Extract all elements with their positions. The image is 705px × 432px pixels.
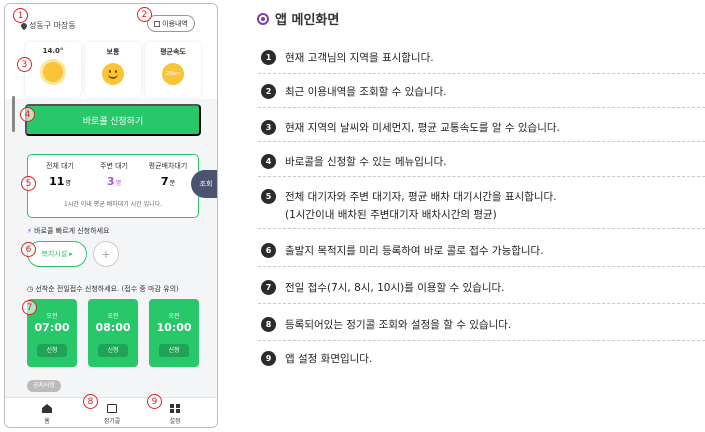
marker-7: 7 [22, 300, 37, 315]
weather-card-temp: 14.0° [25, 42, 81, 97]
desc-text: 앱 설정 화면입니다. [285, 353, 373, 365]
add-place-button[interactable]: + [93, 241, 119, 267]
smile-icon [102, 63, 124, 85]
desc-row: 7 전일 접수(7시, 8시, 10시)를 이용할 수 있습니다. [258, 269, 705, 304]
play-icon: ▸ [69, 251, 73, 258]
saved-place-label: 복지시설 [41, 251, 68, 258]
wait-total-title: 전체 대기 [46, 162, 74, 170]
section-title: 앱 메인화면 [257, 9, 339, 28]
desc-row: 6 출발지 목적지를 미리 등록하여 바로 콜로 접수 가능합니다. [258, 231, 705, 267]
grid-icon [170, 404, 180, 413]
dust-label: 보통 [106, 48, 120, 56]
quick-apply-title: ⚡ 바로콜 빠르게 신청하세요 [27, 227, 110, 235]
number-badge: 4 [261, 154, 276, 169]
wait-average-value: 7분 [160, 175, 176, 188]
desc-row: 8 등록되어있는 정기콜 조회와 설정을 할 수 있습니다. [258, 306, 705, 341]
marker-1: 1 [13, 8, 28, 23]
marker-3: 3 [17, 57, 32, 72]
desc-row: 3 현재 지역의 날씨와 미세먼지, 평균 교통속도를 알 수 있습니다. [258, 110, 705, 142]
number-badge: 7 [261, 280, 276, 295]
bottom-nav: 홈 정기콜 설정 [5, 397, 217, 427]
phone-mockup: 성동구 마장동 이용내역 14.0° 보통 평균속도 25km 바로콜 신청하기… [4, 3, 218, 428]
wait-nearby: 주변 대기 3명 [88, 161, 140, 188]
sun-icon [43, 62, 63, 82]
number-badge: 5 [261, 189, 276, 204]
desc-subtext: (1시간이내 배차된 주변대기자 배차시간의 평균) [285, 209, 497, 221]
nav-home-label: 홈 [44, 418, 50, 425]
desc-row: 9 앱 설정 화면입니다. [258, 343, 705, 378]
pre-apply-title: ◷ 선착순 전일접수 신청하세요. (접수 중 마감 유의) [27, 285, 179, 293]
slot-apply-button[interactable]: 신청 [159, 344, 189, 357]
desc-row: 4 바로콜을 신청할 수 있는 메뉴입니다. [258, 144, 705, 177]
wait-nearby-value: 3명 [106, 175, 122, 188]
location-label: 성동구 마장동 [19, 20, 76, 31]
history-button-label: 이용내역 [162, 19, 188, 28]
temp-label: 14.0° [42, 47, 64, 55]
weather-card-speed: 평균속도 25km [145, 42, 201, 97]
wait-total: 전체 대기 11명 [34, 161, 86, 188]
slot-ampm: 오전 [107, 313, 119, 320]
desc-text: 현재 지역의 날씨와 미세먼지, 평균 교통속도를 알 수 있습니다. [285, 122, 560, 134]
desc-row: 5 전체 대기자와 주변 대기자, 평균 배차 대기시간을 표시합니다. (1시… [258, 179, 705, 229]
wait-description: 1시간 이내 평균 배차대기 시간 입니다. [63, 201, 163, 208]
nav-regular-call[interactable]: 정기콜 [92, 404, 132, 425]
marker-6: 6 [21, 242, 36, 257]
calendar-icon [107, 404, 117, 413]
history-button[interactable]: 이용내역 [147, 15, 195, 32]
desc-row: 2 최근 이용내역을 조회할 수 있습니다. [258, 76, 705, 108]
slot-time: 08:00 [95, 321, 131, 334]
desc-text: 전일 접수(7시, 8시, 10시)를 이용할 수 있습니다. [285, 282, 505, 294]
nav-settings[interactable]: 설정 [155, 404, 195, 425]
speed-label: 평균속도 [160, 48, 186, 56]
marker-5: 5 [21, 176, 36, 191]
saved-place-button[interactable]: 복지시설 ▸ [27, 241, 87, 267]
wait-average-title: 평균배차대기 [148, 162, 188, 170]
slot-apply-button[interactable]: 신청 [37, 344, 67, 357]
clock-icon: ◷ [27, 285, 34, 293]
home-icon [42, 404, 52, 413]
weather-card-dust: 보통 [85, 42, 141, 97]
marker-8: 8 [83, 394, 98, 409]
slot-time: 10:00 [156, 321, 192, 334]
number-badge: 8 [261, 317, 276, 332]
lookup-side-tab[interactable]: 조회 [191, 170, 217, 198]
scrollbar[interactable] [12, 96, 15, 132]
wait-total-value: 11명 [49, 175, 71, 188]
desc-text: 현재 고객님의 지역을 표시합니다. [285, 52, 434, 64]
marker-2: 2 [137, 7, 152, 22]
speed-icon: 25km [162, 63, 184, 85]
nav-home[interactable]: 홈 [27, 404, 67, 425]
number-badge: 6 [261, 243, 276, 258]
bolt-icon: ⚡ [27, 227, 32, 235]
marker-9: 9 [147, 394, 162, 409]
radio-bullet-icon [257, 12, 269, 25]
nav-settings-label: 설정 [169, 418, 181, 425]
notice-button[interactable]: 공지사항 [27, 380, 61, 392]
section-title-text: 앱 메인화면 [275, 13, 340, 28]
wait-average: 평균배차대기 7분 [142, 161, 194, 188]
number-badge: 2 [261, 84, 276, 99]
desc-text: 바로콜을 신청할 수 있는 메뉴입니다. [285, 156, 447, 168]
wait-status-card: 전체 대기 11명 주변 대기 3명 평균배차대기 7분 1시간 이내 평균 배… [27, 154, 199, 218]
slot-card-1000: 오전 10:00 신청 [149, 299, 199, 367]
nav-regular-call-label: 정기콜 [103, 418, 121, 425]
location-text: 성동구 마장동 [29, 21, 76, 30]
desc-text: 최근 이용내역을 조회할 수 있습니다. [285, 86, 447, 98]
slot-time: 07:00 [34, 321, 70, 334]
desc-text: 전체 대기자와 주변 대기자, 평균 배차 대기시간을 표시합니다. [285, 191, 557, 203]
number-badge: 3 [261, 120, 276, 135]
slot-ampm: 오전 [168, 313, 180, 320]
wait-nearby-title: 주변 대기 [100, 162, 128, 170]
desc-text: 출발지 목적지를 미리 등록하여 바로 콜로 접수 가능합니다. [285, 245, 544, 257]
number-badge: 9 [261, 351, 276, 366]
document-icon [154, 20, 161, 27]
marker-4: 4 [20, 107, 35, 122]
desc-text: 등록되어있는 정기콜 조회와 설정을 할 수 있습니다. [285, 319, 512, 331]
apply-now-button[interactable]: 바로콜 신청하기 [25, 104, 201, 136]
slot-apply-button[interactable]: 신청 [98, 344, 128, 357]
desc-row: 1 현재 고객님의 지역을 표시합니다. [258, 44, 705, 74]
slot-card-0800: 오전 08:00 신청 [88, 299, 138, 367]
number-badge: 1 [261, 50, 276, 65]
